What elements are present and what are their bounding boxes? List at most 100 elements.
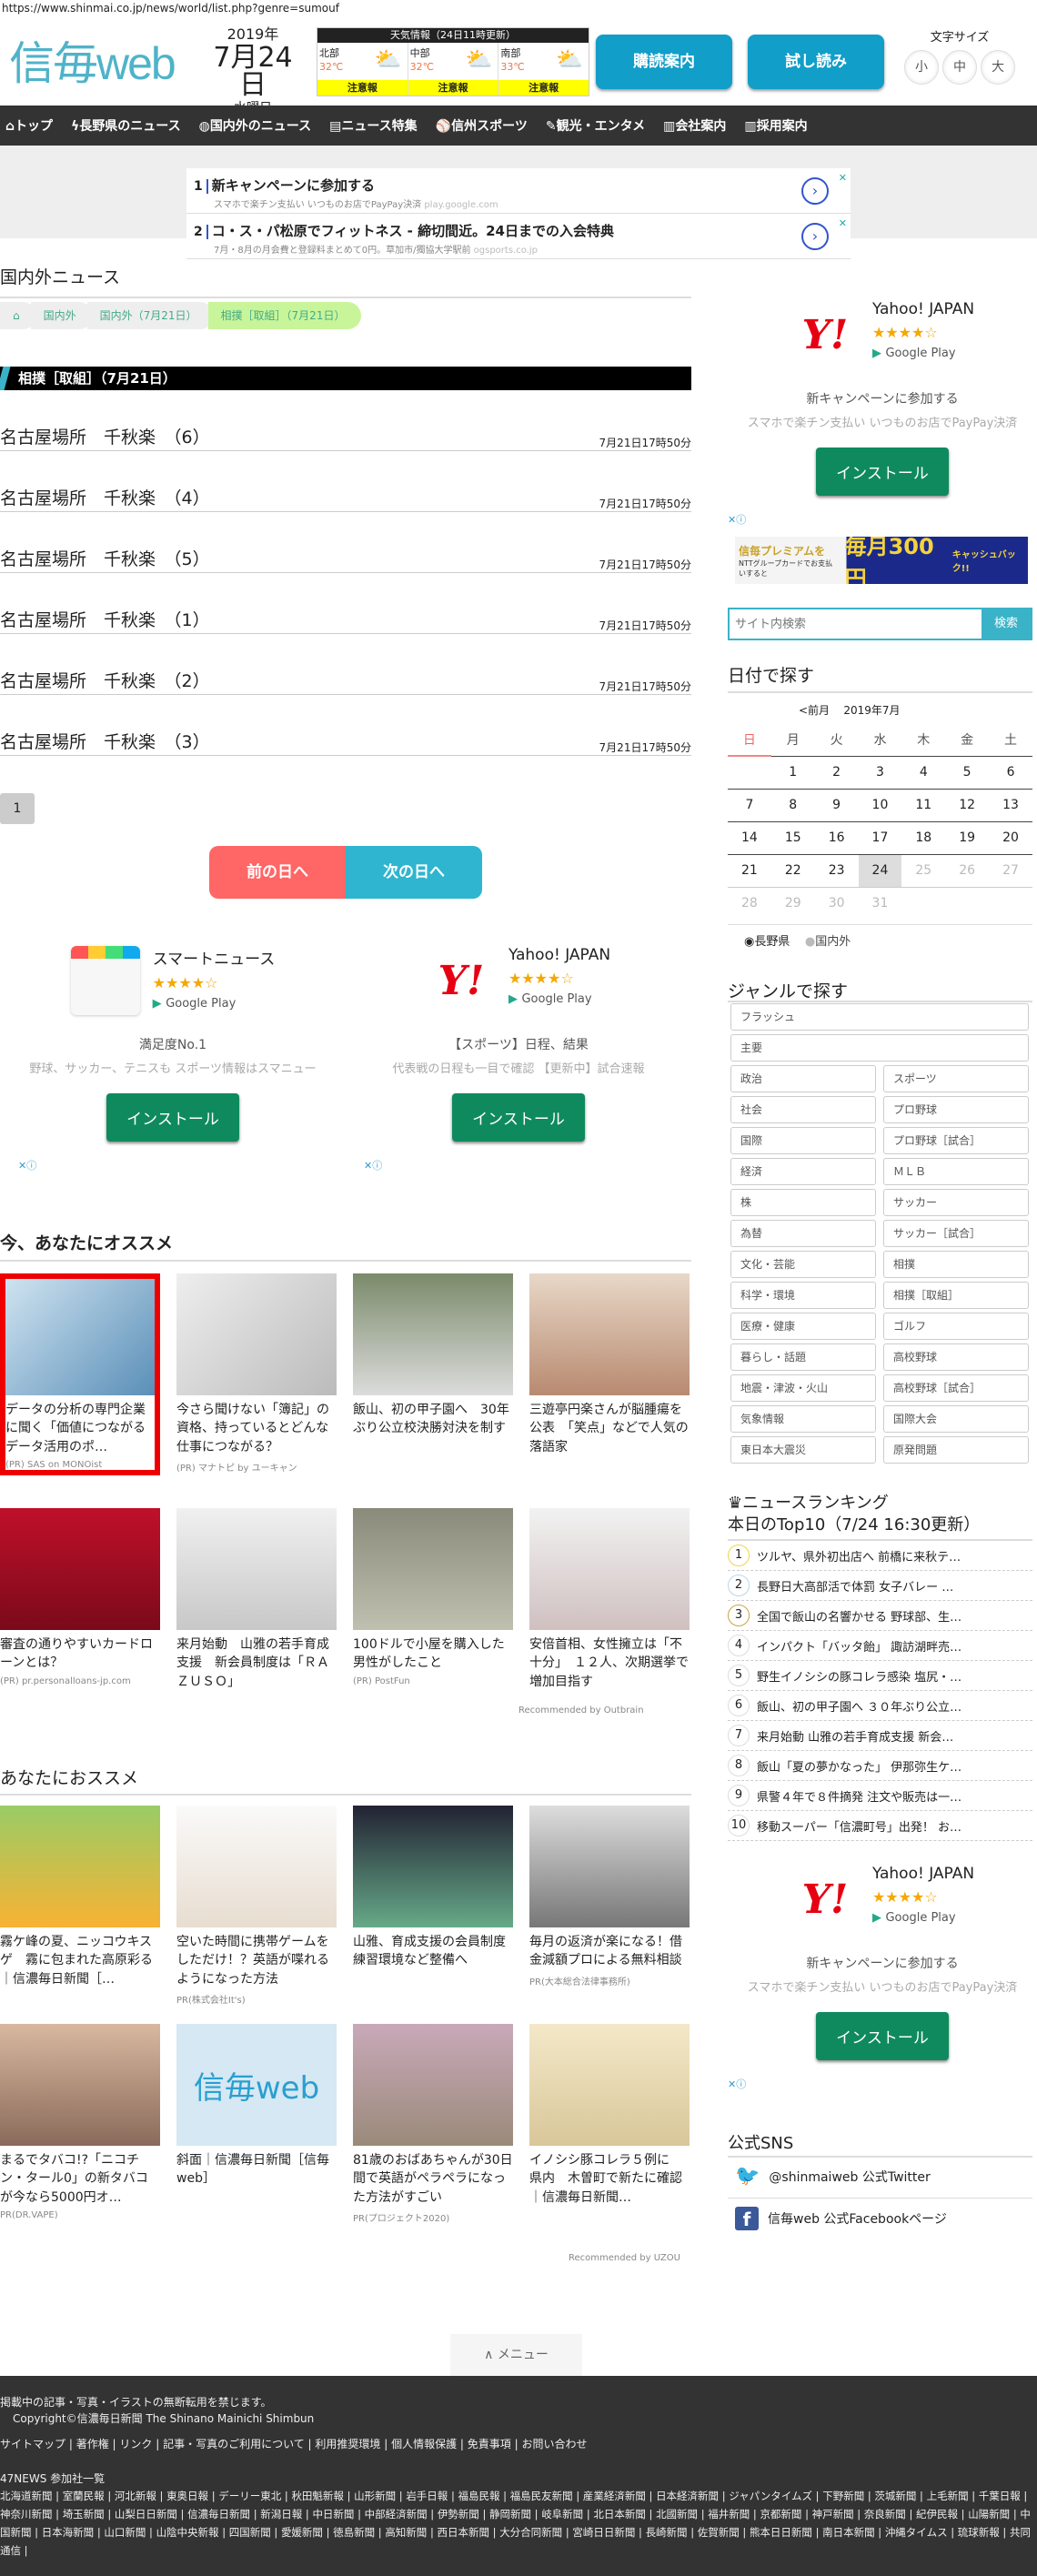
- recommendation-card[interactable]: 三遊亭円楽さんが脳腫瘍を公表 「笑点」などで人気の落語家: [529, 1273, 690, 1456]
- calendar-day[interactable]: 9: [814, 788, 859, 821]
- twitter-link[interactable]: 🐦 @shinmaiweb 公式Twitter: [735, 2165, 931, 2188]
- calendar-day[interactable]: 2: [814, 755, 859, 789]
- calendar-day[interactable]: 10: [858, 788, 902, 821]
- partner-link[interactable]: 山梨日日新聞: [115, 2508, 177, 2521]
- partner-link[interactable]: 中日新聞: [312, 2508, 354, 2521]
- chevron-right-icon[interactable]: ›: [801, 177, 829, 205]
- breadcrumb-item[interactable]: 国内外（7月21日）: [86, 302, 214, 329]
- recommendation-card[interactable]: まるでタバコ!?「ニコチン・タール0」の新タバコが今なら5000円オ… PR(DR…: [0, 2024, 160, 2220]
- ranking-item[interactable]: 5 野生イノシシの豚コレラ感染 塩尻・…: [728, 1661, 1032, 1691]
- footer-link[interactable]: 免責事項: [468, 2438, 511, 2450]
- outbrain-credit[interactable]: Recommended by Outbrain: [518, 1706, 644, 1716]
- footer-link[interactable]: サイトマップ: [0, 2438, 65, 2450]
- partner-link[interactable]: 大分合同新聞: [499, 2526, 562, 2539]
- partner-link[interactable]: 福島民友新聞: [510, 2490, 573, 2502]
- ranking-item[interactable]: 8 飯山「夏の夢かなった」 伊那弥生ケ…: [728, 1751, 1032, 1781]
- partner-link[interactable]: 産業経済新聞: [583, 2490, 646, 2502]
- partner-link[interactable]: 千葉日報: [979, 2490, 1021, 2502]
- calendar-day[interactable]: 5: [945, 755, 990, 789]
- radio-nagano[interactable]: ◉長野県: [744, 935, 790, 949]
- subscribe-button[interactable]: 購読案内: [596, 35, 732, 89]
- genre-button[interactable]: サッカー［試合］: [883, 1220, 1029, 1247]
- breadcrumb-item[interactable]: 国内外: [30, 302, 93, 329]
- ranking-item[interactable]: 1 ツルヤ、県外初出店へ 前橋に来秋テ…: [728, 1541, 1032, 1571]
- footer-link[interactable]: 個人情報保護: [391, 2438, 457, 2450]
- next-day-button[interactable]: 次の日へ: [346, 846, 482, 899]
- calendar-day[interactable]: 23: [814, 853, 859, 887]
- search-button[interactable]: 検索: [982, 609, 1031, 639]
- partner-link[interactable]: 日本海新聞: [42, 2526, 95, 2539]
- partner-link[interactable]: 山形新聞: [354, 2490, 396, 2502]
- ranking-item[interactable]: 2 長野日大高部活で体罰 女子バレー …: [728, 1571, 1032, 1601]
- site-search-input[interactable]: [730, 609, 982, 639]
- prev-month-link[interactable]: <前月: [799, 704, 830, 717]
- ad-choices-icon[interactable]: ✕ⓘ: [728, 2077, 1037, 2091]
- partner-link[interactable]: 埼玉新聞: [63, 2508, 105, 2521]
- footer-link[interactable]: 記事・写真のご利用について: [163, 2438, 305, 2450]
- prev-day-button[interactable]: 前の日へ: [209, 846, 346, 899]
- ranking-item[interactable]: 4 インパクト「バッタ飴」 諏訪湖畔売…: [728, 1631, 1032, 1661]
- calendar-day[interactable]: 4: [901, 755, 946, 789]
- font-size-medium-button[interactable]: 中: [942, 50, 977, 85]
- partner-link[interactable]: 下野新聞: [822, 2490, 864, 2502]
- nav-item[interactable]: ⌂トップ: [5, 116, 53, 135]
- partner-link[interactable]: 神戸新聞: [812, 2508, 854, 2521]
- calendar-day[interactable]: 1: [770, 755, 815, 789]
- news-list-item[interactable]: 名古屋場所 千秋楽 （5） 7月21日17時50分: [0, 546, 691, 573]
- calendar-day[interactable]: 17: [858, 820, 902, 854]
- news-list-item[interactable]: 名古屋場所 千秋楽 （2） 7月21日17時50分: [0, 668, 691, 695]
- genre-button[interactable]: 相撲［取組］: [883, 1282, 1029, 1309]
- chevron-right-icon[interactable]: ›: [801, 223, 829, 250]
- font-size-small-button[interactable]: 小: [904, 50, 939, 85]
- genre-button[interactable]: 国際: [730, 1127, 876, 1154]
- partner-link[interactable]: デーリー東北: [218, 2490, 281, 2502]
- recommendation-card[interactable]: 空いた時間に携帯ゲームをしただけ！？英語が喋れるようになった方法 PR(株式会社I…: [176, 1806, 337, 2006]
- genre-button[interactable]: 社会: [730, 1096, 876, 1123]
- partner-link[interactable]: 日本経済新聞: [656, 2490, 719, 2502]
- text-ad[interactable]: 2 コ・ス・パ松原でフィットネス - 締切間近。24日までの入会特典 7月・8月の月…: [186, 214, 851, 259]
- partner-link[interactable]: 沖縄タイムス: [885, 2526, 948, 2539]
- genre-button[interactable]: スポーツ: [883, 1065, 1029, 1092]
- partner-link[interactable]: 愛媛新聞: [281, 2526, 323, 2539]
- genre-button[interactable]: 政治: [730, 1065, 876, 1092]
- calendar-day[interactable]: 6: [989, 755, 1032, 789]
- genre-button[interactable]: 東日本大震災: [730, 1436, 876, 1464]
- radio-domestic-foreign[interactable]: ●国内外: [805, 935, 851, 949]
- partner-link[interactable]: 琉球新報: [958, 2526, 1000, 2539]
- nav-item[interactable]: ⚾信州スポーツ: [436, 116, 528, 135]
- trial-button[interactable]: 試し読み: [748, 35, 884, 89]
- install-button[interactable]: インストール: [106, 1092, 239, 1142]
- uzou-credit[interactable]: Recommended by UZOU: [569, 2253, 680, 2263]
- footer-link[interactable]: 著作権: [76, 2438, 109, 2450]
- partner-link[interactable]: 福井新聞: [708, 2508, 750, 2521]
- partner-link[interactable]: 西日本新聞: [438, 2526, 490, 2539]
- genre-button[interactable]: 国際大会: [883, 1405, 1029, 1433]
- calendar-day[interactable]: 15: [770, 820, 815, 854]
- calendar-day[interactable]: 18: [901, 820, 946, 854]
- genre-button[interactable]: 為替: [730, 1220, 876, 1247]
- genre-button[interactable]: 地震・津波・火山: [730, 1374, 876, 1402]
- partner-link[interactable]: 山陰中央新報: [156, 2526, 219, 2539]
- facebook-link[interactable]: f 信毎web 公式Facebookページ: [735, 2207, 947, 2230]
- recommendation-card[interactable]: 100ドルで小屋を購入した男性がしたこと (PR) PostFun: [353, 1508, 513, 1686]
- news-list-item[interactable]: 名古屋場所 千秋楽 （3） 7月21日17時50分: [0, 729, 691, 756]
- partner-link[interactable]: 伊勢新聞: [438, 2508, 479, 2521]
- nav-item[interactable]: ✎観光・エンタメ: [546, 116, 645, 135]
- recommendation-card[interactable]: 来月始動 山雅の若手育成支援 新会員制度は「ＲＡＺＵＳＯ」: [176, 1508, 337, 1691]
- news-list-item[interactable]: 名古屋場所 千秋楽 （1） 7月21日17時50分: [0, 607, 691, 634]
- partner-link[interactable]: 高知新聞: [385, 2526, 427, 2539]
- ad-choices-icon[interactable]: ✕ⓘ: [18, 1158, 327, 1172]
- genre-button[interactable]: プロ野球［試合］: [883, 1127, 1029, 1154]
- calendar-day[interactable]: 21: [728, 853, 771, 887]
- ranking-item[interactable]: 6 飯山、初の甲子園へ ３０年ぶり公立…: [728, 1691, 1032, 1721]
- partner-link[interactable]: 佐賀新聞: [698, 2526, 740, 2539]
- genre-button[interactable]: フラッシュ: [730, 1003, 1029, 1031]
- nav-item[interactable]: ▥会社案内: [663, 116, 726, 135]
- partner-link[interactable]: ジャパンタイムズ: [729, 2490, 812, 2502]
- genre-button[interactable]: 科学・環境: [730, 1282, 876, 1309]
- text-ad[interactable]: 1 新キャンペーンに参加する スマホで楽チン支払い いつものお店でPayPay決済 …: [186, 168, 851, 214]
- partner-link[interactable]: 四国新聞: [229, 2526, 271, 2539]
- nav-item[interactable]: ◍国内外のニュース: [199, 116, 312, 135]
- genre-button[interactable]: ゴルフ: [883, 1313, 1029, 1340]
- genre-button[interactable]: 医療・健康: [730, 1313, 876, 1340]
